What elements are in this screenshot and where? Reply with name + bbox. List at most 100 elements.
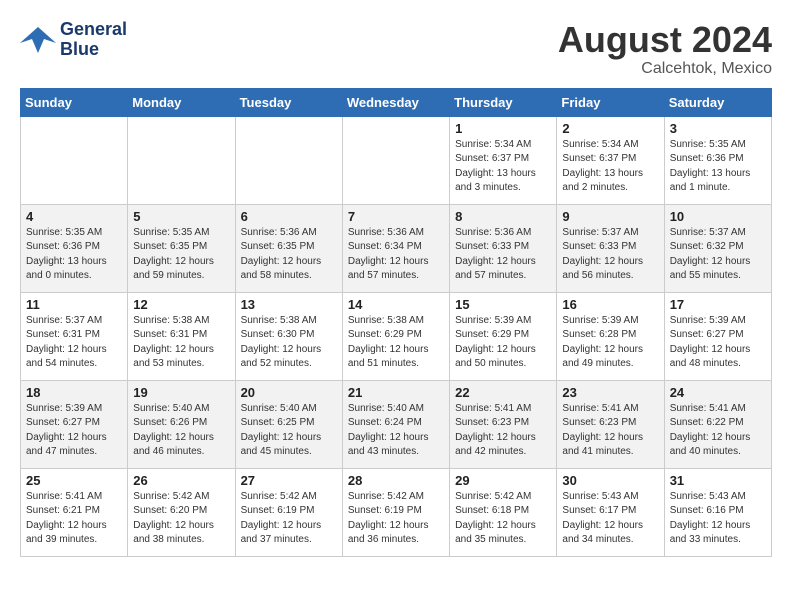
day-info: Sunrise: 5:41 AM Sunset: 6:23 PM Dayligh… (562, 402, 658, 460)
calendar-body: 1 Sunrise: 5:34 AM Sunset: 6:37 PM Daylig… (21, 116, 772, 556)
day-number: 25 (26, 473, 122, 488)
day-info: Sunrise: 5:39 AM Sunset: 6:27 PM Dayligh… (26, 402, 122, 460)
calendar-cell (21, 116, 128, 204)
calendar-header: SundayMondayTuesdayWednesdayThursdayFrid… (21, 88, 772, 116)
calendar-cell: 28 Sunrise: 5:42 AM Sunset: 6:19 PM Dayli… (342, 468, 449, 556)
day-number: 23 (562, 385, 658, 400)
day-number: 3 (670, 121, 766, 136)
logo: General Blue (20, 20, 127, 60)
day-number: 10 (670, 209, 766, 224)
day-number: 28 (348, 473, 444, 488)
day-number: 7 (348, 209, 444, 224)
weekday-row: SundayMondayTuesdayWednesdayThursdayFrid… (21, 88, 772, 116)
day-info: Sunrise: 5:41 AM Sunset: 6:22 PM Dayligh… (670, 402, 766, 460)
day-info: Sunrise: 5:39 AM Sunset: 6:28 PM Dayligh… (562, 314, 658, 372)
weekday-header: Thursday (450, 88, 557, 116)
day-number: 15 (455, 297, 551, 312)
day-info: Sunrise: 5:38 AM Sunset: 6:29 PM Dayligh… (348, 314, 444, 372)
calendar-week-row: 25 Sunrise: 5:41 AM Sunset: 6:21 PM Dayli… (21, 468, 772, 556)
calendar-cell: 8 Sunrise: 5:36 AM Sunset: 6:33 PM Daylig… (450, 204, 557, 292)
day-info: Sunrise: 5:37 AM Sunset: 6:32 PM Dayligh… (670, 226, 766, 284)
day-info: Sunrise: 5:35 AM Sunset: 6:36 PM Dayligh… (26, 226, 122, 284)
day-number: 12 (133, 297, 229, 312)
calendar-cell: 25 Sunrise: 5:41 AM Sunset: 6:21 PM Dayli… (21, 468, 128, 556)
day-info: Sunrise: 5:36 AM Sunset: 6:34 PM Dayligh… (348, 226, 444, 284)
day-info: Sunrise: 5:37 AM Sunset: 6:31 PM Dayligh… (26, 314, 122, 372)
day-info: Sunrise: 5:34 AM Sunset: 6:37 PM Dayligh… (455, 138, 551, 196)
day-info: Sunrise: 5:39 AM Sunset: 6:29 PM Dayligh… (455, 314, 551, 372)
calendar-cell: 2 Sunrise: 5:34 AM Sunset: 6:37 PM Daylig… (557, 116, 664, 204)
day-number: 1 (455, 121, 551, 136)
calendar-cell: 20 Sunrise: 5:40 AM Sunset: 6:25 PM Dayli… (235, 380, 342, 468)
calendar-cell (235, 116, 342, 204)
calendar-cell: 24Sunrise: 5:41 AM Sunset: 6:22 PM Dayli… (664, 380, 771, 468)
day-number: 29 (455, 473, 551, 488)
weekday-header: Sunday (21, 88, 128, 116)
day-number: 5 (133, 209, 229, 224)
weekday-header: Wednesday (342, 88, 449, 116)
calendar-week-row: 18 Sunrise: 5:39 AM Sunset: 6:27 PM Dayli… (21, 380, 772, 468)
calendar-cell: 7 Sunrise: 5:36 AM Sunset: 6:34 PM Daylig… (342, 204, 449, 292)
day-info: Sunrise: 5:38 AM Sunset: 6:30 PM Dayligh… (241, 314, 337, 372)
day-info: Sunrise: 5:42 AM Sunset: 6:19 PM Dayligh… (348, 490, 444, 548)
weekday-header: Friday (557, 88, 664, 116)
day-number: 17 (670, 297, 766, 312)
weekday-header: Tuesday (235, 88, 342, 116)
day-number: 9 (562, 209, 658, 224)
day-info: Sunrise: 5:37 AM Sunset: 6:33 PM Dayligh… (562, 226, 658, 284)
calendar-cell: 4 Sunrise: 5:35 AM Sunset: 6:36 PM Daylig… (21, 204, 128, 292)
calendar-cell: 26Sunrise: 5:42 AM Sunset: 6:20 PM Dayli… (128, 468, 235, 556)
day-number: 18 (26, 385, 122, 400)
day-info: Sunrise: 5:35 AM Sunset: 6:36 PM Dayligh… (670, 138, 766, 196)
day-number: 4 (26, 209, 122, 224)
day-info: Sunrise: 5:40 AM Sunset: 6:25 PM Dayligh… (241, 402, 337, 460)
day-info: Sunrise: 5:43 AM Sunset: 6:16 PM Dayligh… (670, 490, 766, 548)
calendar-cell: 11 Sunrise: 5:37 AM Sunset: 6:31 PM Dayli… (21, 292, 128, 380)
day-info: Sunrise: 5:39 AM Sunset: 6:27 PM Dayligh… (670, 314, 766, 372)
calendar-cell: 5 Sunrise: 5:35 AM Sunset: 6:35 PM Daylig… (128, 204, 235, 292)
calendar-cell (128, 116, 235, 204)
day-number: 19 (133, 385, 229, 400)
calendar-cell: 13 Sunrise: 5:38 AM Sunset: 6:30 PM Dayli… (235, 292, 342, 380)
day-number: 13 (241, 297, 337, 312)
calendar-cell: 12 Sunrise: 5:38 AM Sunset: 6:31 PM Dayli… (128, 292, 235, 380)
page-header: General Blue August 2024 Calcehtok, Mexi… (20, 20, 772, 78)
day-number: 8 (455, 209, 551, 224)
day-info: Sunrise: 5:40 AM Sunset: 6:24 PM Dayligh… (348, 402, 444, 460)
calendar-cell (342, 116, 449, 204)
day-info: Sunrise: 5:41 AM Sunset: 6:21 PM Dayligh… (26, 490, 122, 548)
day-number: 31 (670, 473, 766, 488)
calendar-cell: 19 Sunrise: 5:40 AM Sunset: 6:26 PM Dayli… (128, 380, 235, 468)
calendar-week-row: 1 Sunrise: 5:34 AM Sunset: 6:37 PM Daylig… (21, 116, 772, 204)
day-number: 14 (348, 297, 444, 312)
day-number: 20 (241, 385, 337, 400)
calendar-cell: 27Sunrise: 5:42 AM Sunset: 6:19 PM Dayli… (235, 468, 342, 556)
calendar-cell: 1 Sunrise: 5:34 AM Sunset: 6:37 PM Daylig… (450, 116, 557, 204)
day-info: Sunrise: 5:40 AM Sunset: 6:26 PM Dayligh… (133, 402, 229, 460)
calendar-cell: 23 Sunrise: 5:41 AM Sunset: 6:23 PM Dayli… (557, 380, 664, 468)
day-number: 6 (241, 209, 337, 224)
calendar-week-row: 11 Sunrise: 5:37 AM Sunset: 6:31 PM Dayli… (21, 292, 772, 380)
day-number: 21 (348, 385, 444, 400)
calendar-cell: 15 Sunrise: 5:39 AM Sunset: 6:29 PM Dayli… (450, 292, 557, 380)
calendar-cell: 10 Sunrise: 5:37 AM Sunset: 6:32 PM Dayli… (664, 204, 771, 292)
weekday-header: Saturday (664, 88, 771, 116)
month-year-title: August 2024 (558, 20, 772, 60)
day-number: 30 (562, 473, 658, 488)
calendar-cell: 30Sunrise: 5:43 AM Sunset: 6:17 PM Dayli… (557, 468, 664, 556)
day-number: 11 (26, 297, 122, 312)
calendar-cell: 18 Sunrise: 5:39 AM Sunset: 6:27 PM Dayli… (21, 380, 128, 468)
day-info: Sunrise: 5:42 AM Sunset: 6:18 PM Dayligh… (455, 490, 551, 548)
calendar-cell: 17 Sunrise: 5:39 AM Sunset: 6:27 PM Dayli… (664, 292, 771, 380)
day-info: Sunrise: 5:42 AM Sunset: 6:20 PM Dayligh… (133, 490, 229, 548)
day-info: Sunrise: 5:41 AM Sunset: 6:23 PM Dayligh… (455, 402, 551, 460)
day-info: Sunrise: 5:35 AM Sunset: 6:35 PM Dayligh… (133, 226, 229, 284)
day-info: Sunrise: 5:38 AM Sunset: 6:31 PM Dayligh… (133, 314, 229, 372)
day-number: 2 (562, 121, 658, 136)
day-info: Sunrise: 5:36 AM Sunset: 6:33 PM Dayligh… (455, 226, 551, 284)
logo-icon (20, 25, 56, 55)
day-info: Sunrise: 5:34 AM Sunset: 6:37 PM Dayligh… (562, 138, 658, 196)
calendar-table: SundayMondayTuesdayWednesdayThursdayFrid… (20, 88, 772, 557)
calendar-cell: 14 Sunrise: 5:38 AM Sunset: 6:29 PM Dayli… (342, 292, 449, 380)
day-number: 22 (455, 385, 551, 400)
